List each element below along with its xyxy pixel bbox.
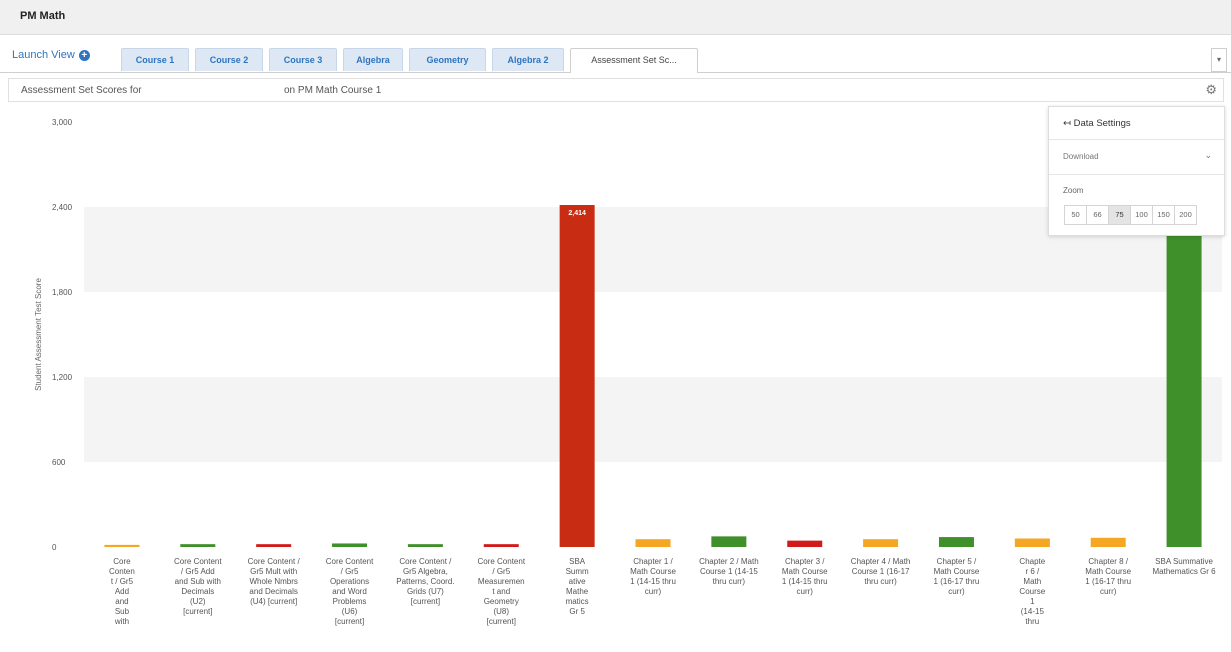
report-title-left: Assessment Set Scores for: [21, 85, 142, 96]
bar: [256, 544, 292, 547]
x-tick-label: Chapter 2 / Math Course 1 (14-15 thru curr…: [699, 557, 759, 586]
chevron-down-icon[interactable]: ⌄: [1204, 150, 1212, 161]
x-tick-label: Core Content / Gr5 Add and Sub with Decimal…: [174, 557, 222, 616]
download-dropdown[interactable]: Download: [1063, 152, 1099, 161]
launch-view-button[interactable]: Launch View +: [12, 49, 90, 61]
y-tick-label: 2,400: [52, 203, 73, 212]
bar: [104, 544, 140, 547]
x-tick-label: Chapter 8 /Math Course 1 (16-17 thru curr): [1085, 557, 1131, 596]
bar: [787, 540, 823, 547]
bar: [938, 537, 974, 547]
zoom-option[interactable]: 200: [1174, 205, 1197, 225]
tab-course-2[interactable]: Course 2: [195, 48, 263, 71]
tab-assessment-set-scores[interactable]: Assessment Set Sc...: [570, 48, 698, 73]
panel-divider: [1049, 174, 1224, 175]
app-title: PM Math: [20, 10, 66, 22]
zoom-option[interactable]: 50: [1064, 205, 1087, 225]
bar: [332, 543, 368, 547]
x-tick-label: Chapter 3 /Math Course 1 (14-15 thru curr): [782, 557, 828, 596]
zoom-option[interactable]: 75: [1108, 205, 1131, 225]
zoom-option[interactable]: 66: [1086, 205, 1109, 225]
grid-band: [84, 377, 1222, 462]
x-tick-label: Core Content / Gr5 Mult with Whole Nmbrs an…: [248, 557, 301, 606]
bar: [483, 544, 519, 547]
bar: [407, 544, 443, 547]
tab-bar: Launch View + Course 1 Course 2 Course 3…: [0, 44, 1231, 73]
bar-data-label: 2,414: [568, 210, 586, 217]
y-tick-label: 1,200: [52, 373, 73, 382]
x-tick-label: SBA Summ ative Mathe matics Gr 5: [566, 557, 589, 616]
x-tick-label: Chapter 4 / Math Course 1 (16-17 thru curr…: [851, 557, 911, 586]
tab-course-1[interactable]: Course 1: [121, 48, 189, 71]
bar: [1166, 207, 1202, 547]
bar: [863, 539, 899, 547]
bar: [635, 539, 671, 547]
zoom-option[interactable]: 100: [1130, 205, 1153, 225]
panel-divider: [1049, 139, 1224, 140]
data-settings-panel: ↤ Data Settings Download ⌄ Zoom 50 66 75…: [1048, 106, 1225, 236]
data-settings-toggle[interactable]: ↤ Data Settings: [1063, 118, 1131, 129]
x-tick-label: SBA Summative Mathematics Gr 6: [1152, 557, 1216, 576]
tab-geometry[interactable]: Geometry: [409, 48, 486, 71]
report-title-right: on PM Math Course 1: [284, 85, 382, 96]
plus-circle-icon: +: [78, 49, 90, 61]
zoom-selector: 50 66 75 100 150 200: [1064, 205, 1197, 225]
y-tick-label: 600: [52, 458, 66, 467]
gear-icon[interactable]: ⚙: [1205, 82, 1217, 98]
y-tick-label: 3,000: [52, 118, 73, 127]
x-tick-label: Core Content / Gr5 Algebra, Patterns, Coor…: [396, 557, 454, 606]
report-header: Assessment Set Scores for on PM Math Cou…: [8, 78, 1224, 102]
collapse-arrow-icon: ↤: [1063, 118, 1071, 129]
tab-algebra[interactable]: Algebra: [343, 48, 403, 71]
y-tick-label: 1,800: [52, 288, 73, 297]
x-tick-label: Chapter 1 /Math Course 1 (14-15 thru curr): [630, 557, 676, 596]
bar: [711, 536, 747, 547]
x-tick-label: Core Content / Gr5 Measuremen t and Geometry…: [477, 557, 525, 626]
bar: [1014, 538, 1050, 547]
bar: [180, 544, 216, 547]
app-header: PM Math: [0, 0, 1231, 35]
zoom-option[interactable]: 150: [1152, 205, 1175, 225]
tab-menu-dropdown-icon[interactable]: ▾: [1211, 48, 1227, 72]
y-axis-title: Student Assessment Test Score: [34, 278, 43, 391]
launch-view-label: Launch View: [12, 49, 75, 61]
bar-chart: 3,000 2,400 1,800 1,200 600 0 Student Assessme…: [34, 118, 1222, 626]
data-settings-title: Data Settings: [1073, 118, 1131, 129]
bar: [559, 205, 595, 547]
tab-course-3[interactable]: Course 3: [269, 48, 337, 71]
zoom-label: Zoom: [1063, 186, 1084, 195]
x-tick-label: Chapte r 6 /Math Course 1 (14-15 thru: [1019, 557, 1045, 626]
x-tick-label: Chapter 5 /Math Course 1 (16-17 thru curr): [934, 557, 980, 596]
y-tick-label: 0: [52, 543, 57, 552]
x-tick-label: Core Conten t / Gr5 Add and Sub with: [109, 557, 135, 626]
bar: [1090, 537, 1126, 547]
x-tick-label: Core Content / Gr5 Operations and Word Probl…: [326, 557, 374, 626]
tab-algebra-2[interactable]: Algebra 2: [492, 48, 564, 71]
